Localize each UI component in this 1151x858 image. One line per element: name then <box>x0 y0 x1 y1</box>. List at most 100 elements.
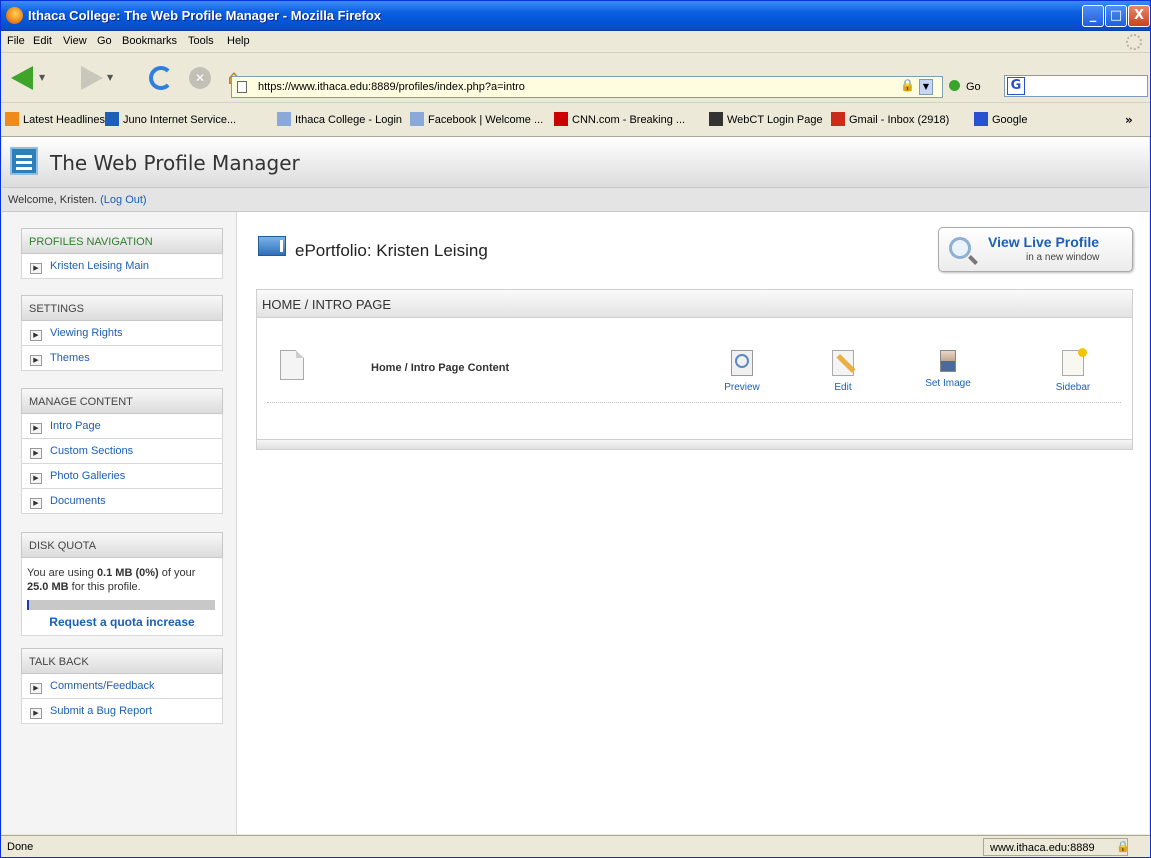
arrow-icon: ▶ <box>30 355 42 366</box>
section-heading: DISK QUOTA <box>21 532 223 558</box>
search-input[interactable]: G <box>1004 75 1148 97</box>
sidebar-item-bug-report[interactable]: ▶ Submit a Bug Report <box>21 699 223 724</box>
arrow-icon: ▶ <box>30 330 42 341</box>
bookmark-cnn[interactable]: CNN.com - Breaking ... <box>554 112 685 126</box>
stop-icon[interactable]: ✕ <box>189 67 211 89</box>
chevron-more-icon[interactable]: » <box>1125 113 1133 127</box>
page-title: ePortfolio: Kristen Leising <box>295 241 488 260</box>
sidebar-item-label: Photo Galleries <box>50 470 126 482</box>
bookmark-ithaca-login[interactable]: Ithaca College - Login <box>277 112 402 126</box>
sidebar-item-label: Submit a Bug Report <box>50 705 153 717</box>
go-label: Go <box>966 81 981 93</box>
view-live-sublabel: in a new window <box>1026 252 1100 263</box>
magnifier-icon <box>949 237 971 259</box>
talk-back-section: TALK BACK ▶ Comments/Feedback ▶ Submit a B… <box>21 648 223 724</box>
quota-text: You are using <box>27 567 94 579</box>
lock-icon[interactable]: 🔒 <box>900 78 915 92</box>
main-area: ePortfolio: Kristen Leising View Live Pr… <box>238 212 1149 834</box>
menu-bar: File Edit View Go Bookmarks Tools Help <box>1 31 1150 53</box>
sidebar-item-documents[interactable]: ▶ Documents <box>21 489 223 514</box>
set-image-button[interactable]: Set Image <box>913 350 983 389</box>
forward-arrow-icon[interactable] <box>81 66 103 90</box>
sidebar-item-viewing-rights[interactable]: ▶ Viewing Rights <box>21 321 223 346</box>
view-live-label: View Live Profile <box>988 234 1100 250</box>
address-dropdown-icon[interactable]: ▼ <box>919 79 933 95</box>
menu-tools[interactable]: Tools <box>188 35 214 47</box>
quota-text: for this profile. <box>71 581 141 593</box>
edit-button[interactable]: Edit <box>808 350 878 393</box>
back-arrow-icon[interactable] <box>11 66 33 90</box>
throbber-icon <box>1126 34 1142 50</box>
panel-footer <box>257 439 1132 449</box>
sidebar-item-photo-galleries[interactable]: ▶ Photo Galleries <box>21 464 223 489</box>
sidebar-item-label: Documents <box>50 495 106 507</box>
arrow-icon: ▶ <box>30 263 42 274</box>
ithaca-icon <box>410 112 424 126</box>
bookmark-label: Google <box>992 114 1028 126</box>
welcome-bar: Welcome, Kristen. (Log Out) <box>2 188 1149 212</box>
sidebar-item-label: Themes <box>50 352 90 364</box>
bookmark-label: Ithaca College - Login <box>295 114 403 126</box>
sidebar-note-icon <box>1062 348 1087 376</box>
bookmark-facebook[interactable]: Facebook | Welcome ... <box>410 112 543 126</box>
welcome-text: Welcome, Kristen. <box>8 194 98 206</box>
sidebar-item-themes[interactable]: ▶ Themes <box>21 346 223 371</box>
section-heading: TALK BACK <box>21 648 223 674</box>
forward-dropdown-icon[interactable]: ▼ <box>107 73 113 82</box>
sidebar-item-label: Intro Page <box>50 420 101 432</box>
disk-quota-section: DISK QUOTA You are using 0.1 MB (0%) of … <box>21 532 223 636</box>
quota-body: You are using 0.1 MB (0%) of your 25.0 M… <box>21 558 223 636</box>
maximize-button[interactable]: □ <box>1105 5 1127 27</box>
sidebar-item-label: Viewing Rights <box>50 327 123 339</box>
manage-content-section: MANAGE CONTENT ▶ Intro Page ▶ Custom Secti… <box>21 388 223 514</box>
arrow-icon: ▶ <box>30 448 42 459</box>
sidebar-item-custom-sections[interactable]: ▶ Custom Sections <box>21 439 223 464</box>
sidebar-item-main[interactable]: ▶ Kristen Leising Main <box>21 254 223 279</box>
bookmark-label: CNN.com - Breaking ... <box>572 114 686 126</box>
reload-icon[interactable] <box>149 66 173 90</box>
row-title: Home / Intro Page Content <box>371 362 510 374</box>
content-row: Home / Intro Page Content Preview Edit S… <box>267 348 1121 403</box>
go-button[interactable]: Go <box>949 80 981 93</box>
bookmark-webct[interactable]: WebCT Login Page <box>709 112 823 126</box>
preview-button[interactable]: Preview <box>707 350 777 393</box>
bookmark-label: WebCT Login Page <box>727 114 823 126</box>
back-dropdown-icon[interactable]: ▼ <box>39 73 45 82</box>
menu-edit[interactable]: Edit <box>33 35 52 47</box>
app-logo-icon <box>10 147 38 175</box>
page-icon <box>237 81 247 93</box>
quota-total: 25.0 MB <box>27 581 69 593</box>
address-bar[interactable]: https://www.ithaca.edu:8889/profiles/ind… <box>231 76 943 98</box>
action-label: Set Image <box>925 378 971 389</box>
close-button[interactable]: X <box>1128 5 1150 27</box>
menu-file[interactable]: File <box>7 35 25 47</box>
menu-go[interactable]: Go <box>97 35 112 47</box>
minimize-button[interactable]: _ <box>1082 5 1104 27</box>
view-live-profile-button[interactable]: View Live Profile in a new window <box>938 227 1133 272</box>
lock-icon[interactable]: 🔒 <box>1116 840 1130 853</box>
menu-view[interactable]: View <box>63 35 87 47</box>
sidebar-button[interactable]: Sidebar <box>1038 348 1108 393</box>
menu-help[interactable]: Help <box>227 35 250 47</box>
request-quota-link[interactable]: Request a quota increase <box>27 615 217 629</box>
bookmark-gmail[interactable]: Gmail - Inbox (2918) <box>831 112 949 126</box>
quota-used: 0.1 MB (0%) <box>96 567 159 579</box>
bookmark-latest-headlines[interactable]: Latest Headlines <box>5 112 105 126</box>
bookmark-label: Facebook | Welcome ... <box>428 114 544 126</box>
go-icon <box>949 80 960 91</box>
portfolio-icon <box>258 236 286 256</box>
menu-bookmarks[interactable]: Bookmarks <box>122 35 177 47</box>
rss-icon <box>5 112 19 126</box>
settings-section: SETTINGS ▶ Viewing Rights ▶ Themes <box>21 295 223 371</box>
bookmark-google[interactable]: Google <box>974 112 1027 126</box>
bookmark-juno[interactable]: Juno Internet Service... <box>105 112 236 126</box>
browser-window: Ithaca College: The Web Profile Manager … <box>0 0 1151 858</box>
sidebar-item-intro-page[interactable]: ▶ Intro Page <box>21 414 223 439</box>
sidebar-item-comments[interactable]: ▶ Comments/Feedback <box>21 674 223 699</box>
preview-icon <box>731 350 753 376</box>
app-title: The Web Profile Manager <box>50 151 300 175</box>
google-search-icon: G <box>1007 77 1025 95</box>
profile-image-icon <box>940 350 956 372</box>
logout-link[interactable]: (Log Out) <box>100 194 146 206</box>
section-heading: SETTINGS <box>21 295 223 321</box>
